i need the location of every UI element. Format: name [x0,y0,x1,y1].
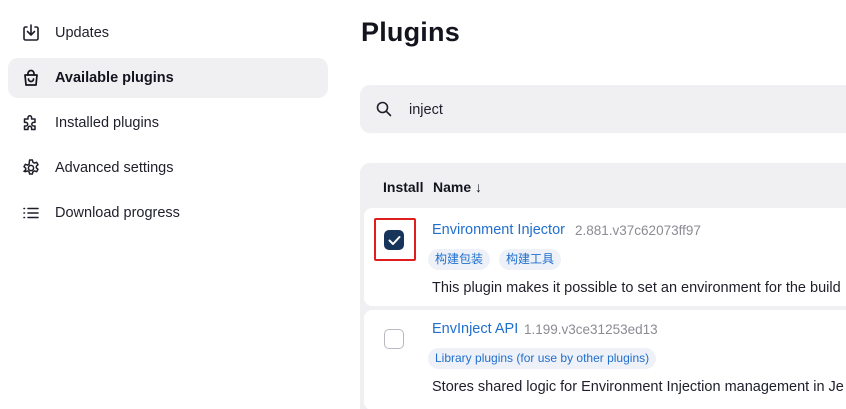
plugin-name-link[interactable]: Environment Injector [432,222,565,238]
table-row: EnvInject API 1.199.v3ce31253ed13 Librar… [364,310,846,409]
category-tag[interactable]: Library plugins (for use by other plugin… [428,348,657,369]
download-icon [20,22,42,44]
plugin-description: This plugin makes it possible to set an … [432,280,841,296]
sidebar-item-available-plugins[interactable]: Available plugins [8,58,328,98]
search-bar [360,85,846,133]
sidebar-item-label: Download progress [55,205,180,221]
category-tag[interactable]: 构建工具 [499,249,562,270]
sidebar-item-installed-plugins[interactable]: Installed plugins [8,103,328,143]
selection-highlight [374,218,416,261]
column-header-name[interactable]: Name ↓ [433,179,482,195]
sidebar: Updates Available plugins Installed plug… [0,0,336,409]
sidebar-item-updates[interactable]: Updates [8,13,328,53]
install-checkbox[interactable] [384,329,404,349]
sidebar-item-label: Available plugins [55,70,174,86]
shopping-bag-icon [20,67,42,89]
search-input[interactable] [407,96,846,124]
plugin-description: Stores shared logic for Environment Inje… [432,379,844,395]
puzzle-icon [20,112,42,134]
sidebar-item-download-progress[interactable]: Download progress [8,193,328,233]
search-icon [376,101,392,117]
category-tag[interactable]: 构建包装 [428,249,491,270]
plugins-table: Install Name ↓ Environment Injector 2.88… [360,163,846,409]
list-icon [20,202,42,224]
gear-icon [20,157,42,179]
sidebar-item-label: Updates [55,25,110,41]
plugin-manager-page: Updates Available plugins Installed plug… [0,0,846,409]
plugin-version: 1.199.v3ce31253ed13 [524,322,658,337]
plugin-name-link[interactable]: EnvInject API [432,321,518,337]
plugin-version: 2.881.v37c62073ff97 [575,223,701,238]
table-row: Environment Injector 2.881.v37c62073ff97… [364,208,846,306]
sidebar-item-advanced-settings[interactable]: Advanced settings [8,148,328,188]
sidebar-item-label: Installed plugins [55,115,159,131]
sidebar-item-label: Advanced settings [55,160,174,176]
column-header-install: Install [383,179,424,195]
page-title: Plugins [361,17,460,47]
